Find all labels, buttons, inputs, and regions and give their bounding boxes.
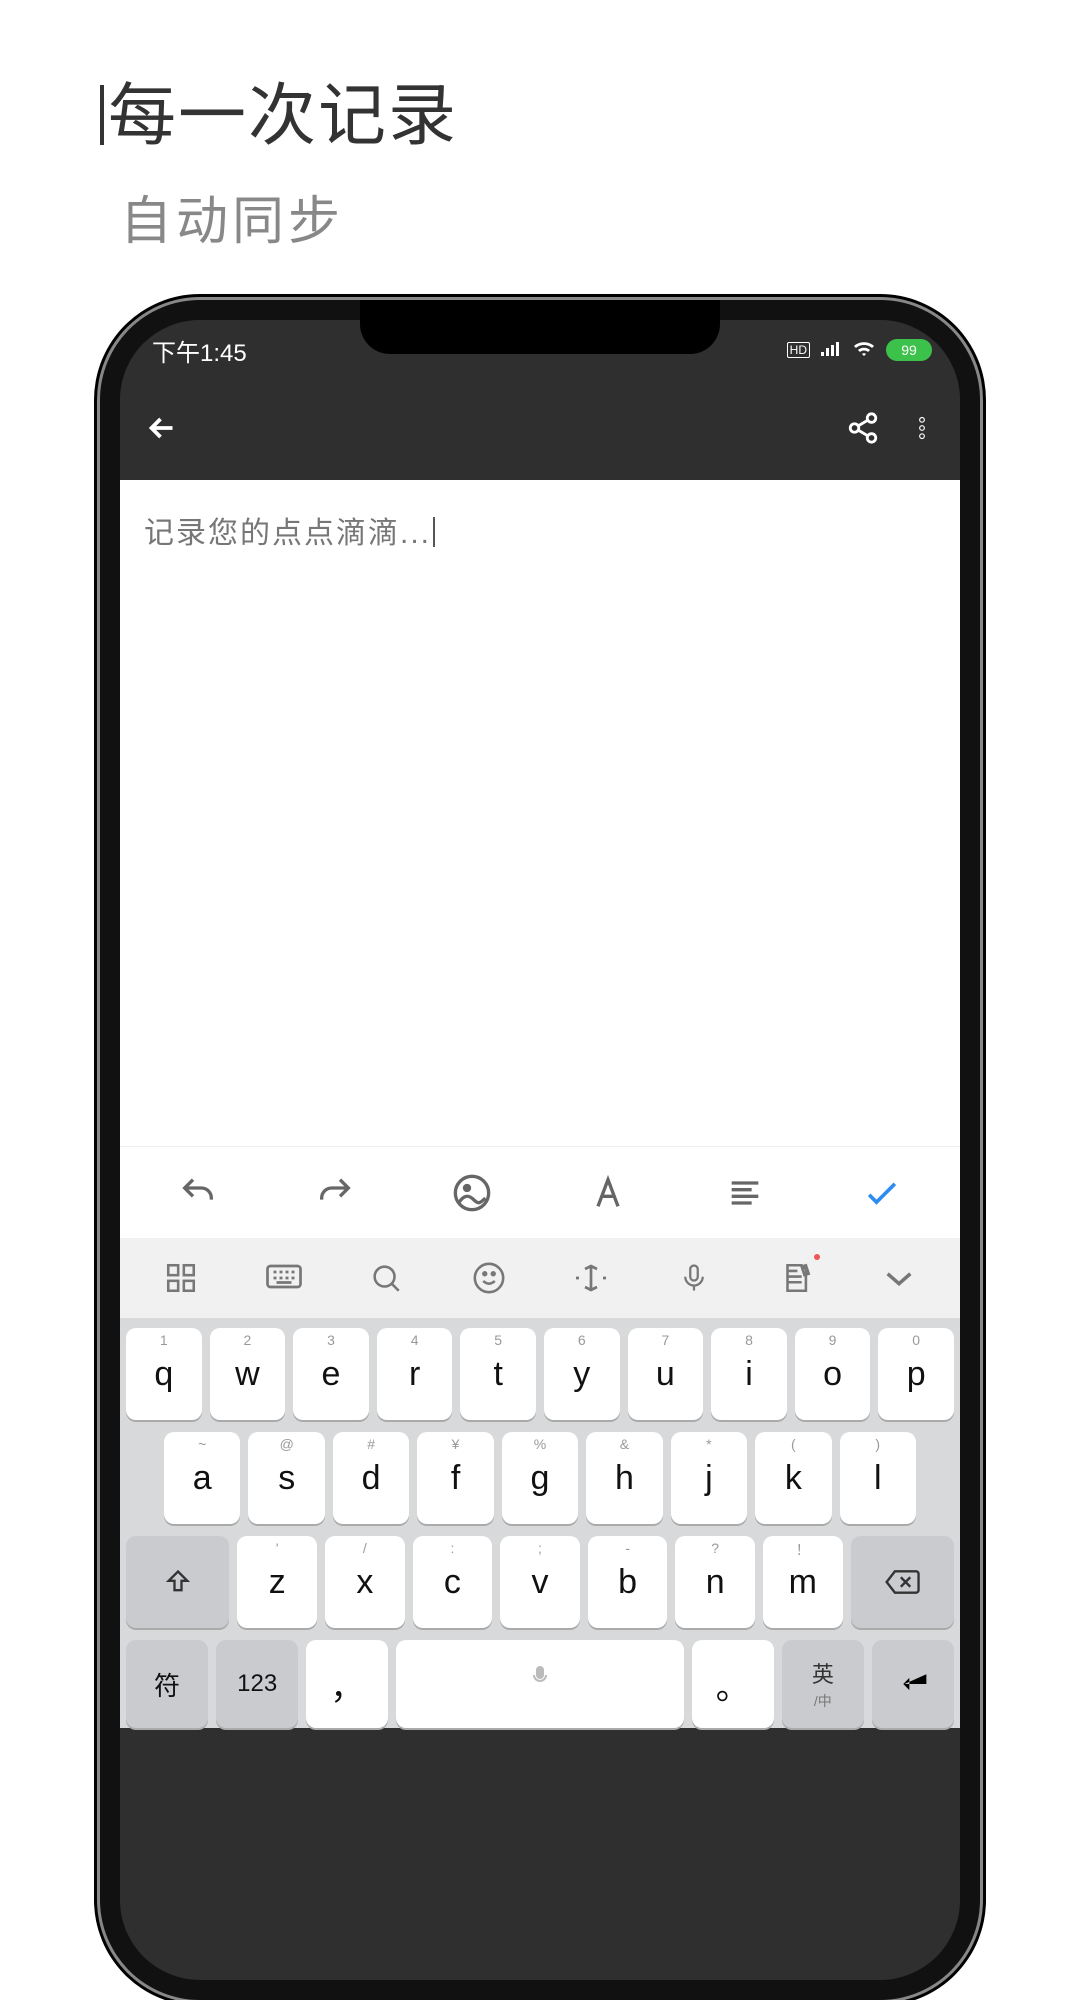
- space-key[interactable]: ​: [396, 1640, 683, 1728]
- key-u[interactable]: 7u: [628, 1328, 704, 1420]
- search-icon[interactable]: [364, 1256, 408, 1300]
- emoji-icon[interactable]: [467, 1256, 511, 1300]
- keyboard-icon[interactable]: [262, 1256, 306, 1300]
- keyboard-row-1: 1q2w3e4r5t6y7u8i9o0p: [126, 1328, 954, 1420]
- mic-icon[interactable]: [672, 1256, 716, 1300]
- hd-icon: HD: [787, 342, 810, 358]
- phone-screen: 下午1:45 HD 99: [120, 320, 960, 1980]
- keyboard-row-2: ~a@s#d¥f%g&h*j(k)l: [126, 1432, 954, 1524]
- key-o[interactable]: 9o: [795, 1328, 871, 1420]
- key-c[interactable]: :c: [413, 1536, 493, 1628]
- key-r[interactable]: 4r: [377, 1328, 453, 1420]
- ime-toolbar: [120, 1238, 960, 1318]
- keyboard-row-4: 符 123 ， ​ 。 英 /中: [126, 1640, 954, 1728]
- share-button[interactable]: [846, 411, 880, 450]
- key-f[interactable]: ¥f: [417, 1432, 493, 1524]
- edit-toolbar: [120, 1146, 960, 1238]
- key-d[interactable]: #d: [333, 1432, 409, 1524]
- key-z[interactable]: 'z: [237, 1536, 317, 1628]
- key-p[interactable]: 0p: [878, 1328, 954, 1420]
- battery-icon: 99: [886, 339, 932, 361]
- key-x[interactable]: /x: [325, 1536, 405, 1628]
- key-t[interactable]: 5t: [460, 1328, 536, 1420]
- promo-line1: 每一次记录: [100, 60, 458, 159]
- phone-frame: 下午1:45 HD 99: [100, 300, 980, 2000]
- key-a[interactable]: ~a: [164, 1432, 240, 1524]
- backspace-key[interactable]: [851, 1536, 954, 1628]
- undo-button[interactable]: [173, 1168, 223, 1218]
- comma-key[interactable]: ，: [306, 1640, 388, 1728]
- key-y[interactable]: 6y: [544, 1328, 620, 1420]
- key-w[interactable]: 2w: [210, 1328, 286, 1420]
- signal-icon: [820, 336, 842, 364]
- note-editor[interactable]: 记录您的点点滴滴...: [120, 480, 960, 1146]
- promo-line2: 自动同步: [120, 179, 458, 254]
- key-l[interactable]: )l: [840, 1432, 916, 1524]
- language-key[interactable]: 英 /中: [782, 1640, 864, 1728]
- key-e[interactable]: 3e: [293, 1328, 369, 1420]
- image-button[interactable]: [447, 1168, 497, 1218]
- key-h[interactable]: &h: [586, 1432, 662, 1524]
- soft-keyboard: 1q2w3e4r5t6y7u8i9o0p ~a@s#d¥f%g&h*j(k)l …: [120, 1318, 960, 1728]
- status-time: 下午1:45: [152, 333, 247, 368]
- promo-heading: 每一次记录 自动同步: [100, 60, 458, 254]
- key-n[interactable]: ?n: [675, 1536, 755, 1628]
- number-key[interactable]: 123: [216, 1640, 298, 1728]
- notification-dot: [814, 1254, 820, 1260]
- redo-button[interactable]: [310, 1168, 360, 1218]
- key-j[interactable]: *j: [671, 1432, 747, 1524]
- key-i[interactable]: 8i: [711, 1328, 787, 1420]
- collapse-icon[interactable]: [877, 1256, 921, 1300]
- back-button[interactable]: [144, 410, 180, 451]
- keyboard-row-3: 'z/x:c;v-b?n！m: [126, 1536, 954, 1628]
- key-s[interactable]: @s: [248, 1432, 324, 1524]
- key-b[interactable]: -b: [588, 1536, 668, 1628]
- more-button[interactable]: [908, 411, 936, 450]
- enter-key[interactable]: [872, 1640, 954, 1728]
- status-indicators: HD 99: [787, 336, 932, 364]
- period-key[interactable]: 。: [692, 1640, 774, 1728]
- key-q[interactable]: 1q: [126, 1328, 202, 1420]
- wifi-icon: [852, 336, 876, 364]
- key-v[interactable]: ;v: [500, 1536, 580, 1628]
- key-m[interactable]: ！m: [763, 1536, 843, 1628]
- clipboard-icon[interactable]: [774, 1256, 818, 1300]
- key-g[interactable]: %g: [502, 1432, 578, 1524]
- key-k[interactable]: (k: [755, 1432, 831, 1524]
- shift-key[interactable]: [126, 1536, 229, 1628]
- text-format-button[interactable]: [583, 1168, 633, 1218]
- text-cursor: [433, 517, 435, 547]
- status-bar: 下午1:45 HD 99: [120, 320, 960, 380]
- symbol-key[interactable]: 符: [126, 1640, 208, 1728]
- editor-placeholder: 记录您的点点滴滴...: [144, 508, 936, 552]
- align-button[interactable]: [720, 1168, 770, 1218]
- done-button[interactable]: [857, 1168, 907, 1218]
- app-bar: [120, 380, 960, 480]
- grid-icon[interactable]: [159, 1256, 203, 1300]
- cursor-move-icon[interactable]: [569, 1256, 613, 1300]
